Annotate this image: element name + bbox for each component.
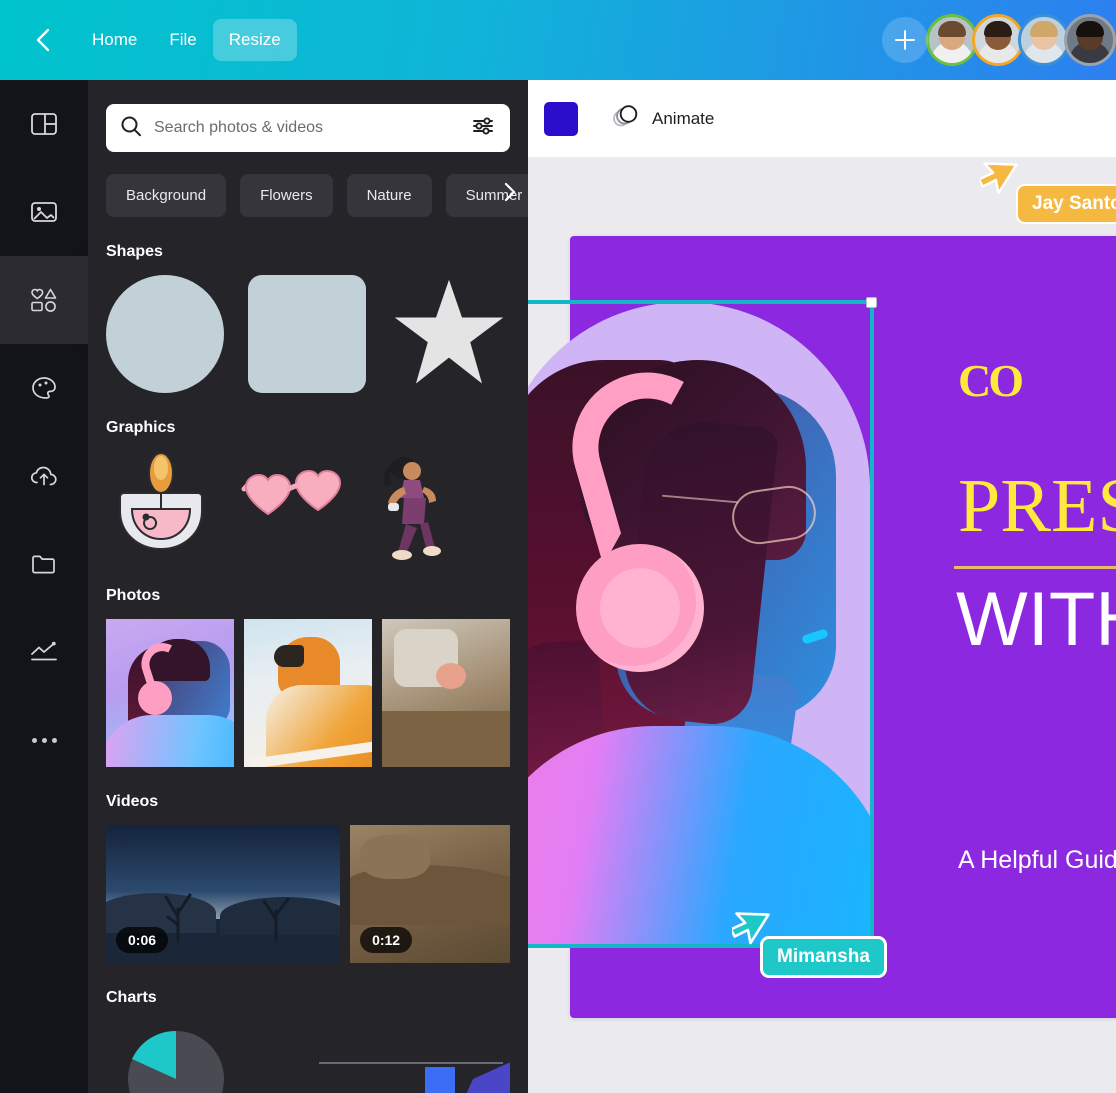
desert-night-sky-video[interactable]: 0:06 [106, 825, 341, 963]
orange-light-portrait-photo[interactable] [244, 619, 372, 767]
video-duration-badge: 0:06 [116, 927, 169, 953]
collaborator-area [882, 0, 1116, 80]
animate-label: Animate [652, 108, 715, 128]
element-toolbar: Animate [528, 80, 1116, 158]
canvas-headline-primary[interactable]: PRESENT [958, 468, 1116, 544]
candle-bowl-graphic[interactable] [106, 451, 228, 561]
canvas-logo[interactable]: CO [958, 358, 1024, 404]
photos-row [88, 619, 528, 767]
chip-background[interactable]: Background [106, 174, 227, 217]
design-editor-window: Home File Resize Search photos & videos … [0, 0, 1116, 1093]
heart-sunglasses-graphic[interactable] [238, 451, 360, 561]
rail-item-elements[interactable] [0, 244, 88, 356]
search-bar[interactable] [106, 104, 510, 152]
avatar[interactable] [1064, 14, 1116, 66]
star-shape[interactable] [390, 275, 508, 393]
editor-area: Animate CO PRESENT WITH CANVA A Helpful … [528, 80, 1116, 1093]
rail-item-uploads[interactable] [0, 432, 88, 520]
section-title-graphics: Graphics [106, 419, 176, 436]
still-life-photo[interactable] [382, 619, 510, 767]
woman-portrait-artwork [528, 302, 872, 946]
left-icon-rail [0, 80, 88, 1093]
canvas-headline-secondary[interactable]: WITH CANVA [956, 582, 1116, 658]
canvas-workspace[interactable]: CO PRESENT WITH CANVA A Helpful Guide [528, 158, 1116, 1093]
nav-item-file[interactable]: File [153, 19, 212, 61]
woman-exercising-graphic[interactable] [370, 451, 492, 561]
category-chips: Background Flowers Nature Summer [88, 152, 528, 217]
circle-shape[interactable] [106, 275, 224, 393]
search-section [88, 80, 528, 152]
section-title-videos: Videos [106, 793, 159, 810]
selected-photo-element[interactable] [528, 302, 872, 946]
graphics-row [88, 451, 528, 561]
canvas-divider-rule [954, 566, 1116, 569]
rail-item-projects[interactable] [0, 520, 88, 608]
elements-icon [28, 286, 60, 314]
cloud-upload-icon [29, 463, 59, 489]
add-collaborator-button[interactable] [882, 17, 928, 63]
rail-item-more[interactable] [0, 696, 88, 784]
more-dots-icon [31, 737, 57, 743]
nav-item-resize[interactable]: Resize [212, 19, 297, 61]
back-button[interactable] [20, 17, 66, 63]
avatar[interactable] [926, 14, 978, 66]
design-canvas[interactable]: CO PRESENT WITH CANVA A Helpful Guide [528, 236, 1116, 1018]
charts-row [88, 1021, 528, 1093]
rail-item-photos[interactable] [0, 168, 88, 256]
elements-panel: Background Flowers Nature Summer Shapes … [88, 80, 528, 1093]
section-title-charts: Charts [106, 989, 157, 1006]
videos-row: 0:06 0:12 [88, 825, 528, 963]
animate-circles-icon [612, 103, 640, 134]
desert-canyon-video[interactable]: 0:12 [350, 825, 510, 963]
sliders-filter-icon[interactable] [472, 115, 496, 142]
chip-nature[interactable]: Nature [346, 174, 432, 217]
section-title-photos: Photos [106, 587, 161, 604]
templates-icon [30, 111, 58, 137]
photos-icon [30, 199, 58, 225]
chart-line-icon [29, 640, 59, 664]
rail-item-charts[interactable] [0, 608, 88, 696]
chevron-right-icon[interactable] [502, 181, 518, 208]
styles-palette-icon [30, 375, 58, 401]
rounded-square-shape[interactable] [248, 275, 366, 393]
top-bar: Home File Resize [0, 0, 1116, 80]
video-duration-badge: 0:12 [360, 927, 413, 953]
rail-item-styles[interactable] [0, 344, 88, 432]
chip-flowers[interactable]: Flowers [240, 174, 333, 217]
nav-item-home[interactable]: Home [76, 19, 153, 61]
search-icon [120, 115, 142, 142]
chevron-left-icon [32, 27, 54, 53]
pie-chart-thumb[interactable] [106, 1021, 303, 1093]
folder-icon [30, 552, 58, 576]
section-title-shapes: Shapes [106, 243, 163, 260]
woman-pink-headphones-photo[interactable] [106, 619, 234, 767]
search-input[interactable] [154, 119, 472, 137]
color-swatch-button[interactable] [544, 101, 578, 136]
canvas-subline[interactable]: A Helpful Guide [958, 846, 1116, 875]
avatar[interactable] [972, 14, 1024, 66]
bar-area-chart-thumb[interactable] [313, 1021, 510, 1093]
avatar[interactable] [1018, 14, 1070, 66]
rail-item-templates[interactable] [0, 80, 88, 168]
shapes-row [88, 275, 528, 393]
avatar-stack [926, 14, 1116, 66]
animate-button[interactable]: Animate [606, 95, 720, 142]
